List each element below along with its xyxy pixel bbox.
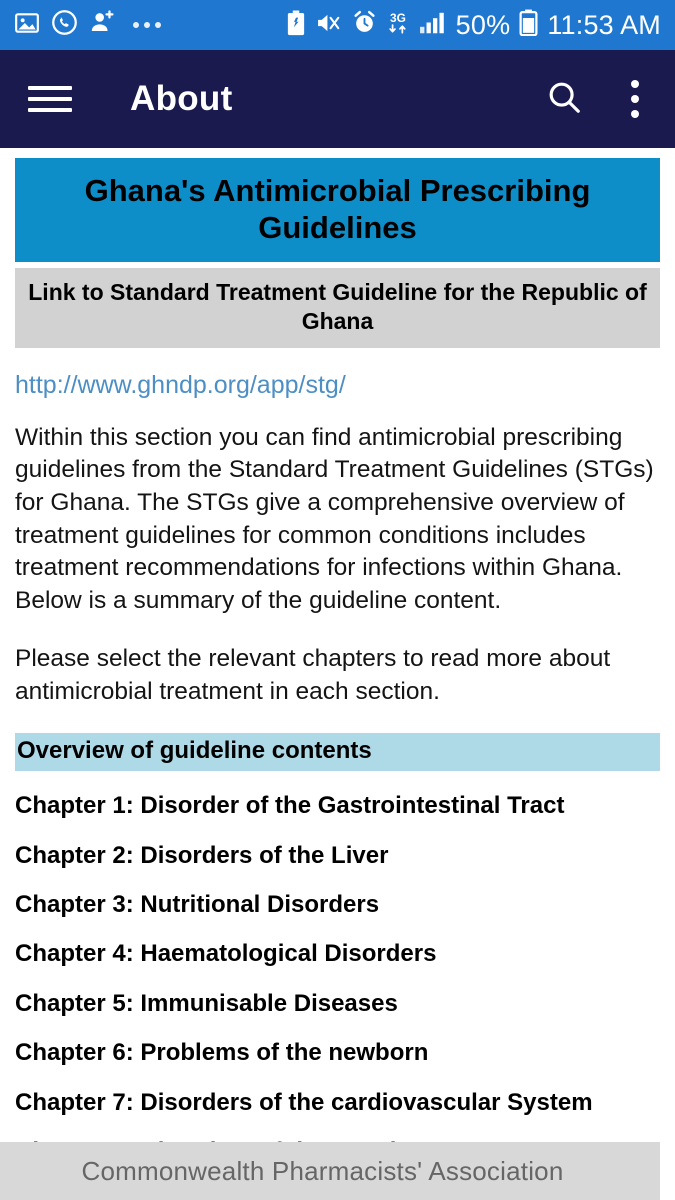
- list-item[interactable]: Chapter 4: Haematological Disorders: [15, 929, 660, 978]
- page-title: About: [130, 79, 233, 118]
- search-icon[interactable]: [545, 78, 583, 121]
- list-item[interactable]: Chapter 6: Problems of the newborn: [15, 1028, 660, 1077]
- instruction-paragraph: Please select the relevant chapters to r…: [15, 645, 611, 705]
- list-item[interactable]: Chapter 5: Immunisable Diseases: [15, 979, 660, 1028]
- person-add-icon: [89, 9, 116, 41]
- image-icon: [14, 10, 40, 41]
- app-bar-actions: [545, 76, 647, 122]
- overflow-menu-icon[interactable]: [623, 76, 647, 122]
- alarm-icon: [352, 10, 377, 40]
- overview-section-heading: Overview of guideline contents: [15, 732, 660, 772]
- guidelines-banner-title: Ghana's Antimicrobial Prescribing Guidel…: [15, 158, 660, 263]
- mobile-data-3g-icon: 3G: [386, 10, 410, 41]
- list-item[interactable]: Chapter 1: Disorder of the Gastrointesti…: [15, 781, 660, 830]
- status-bar-system-icons: 3G 50% 11:53 AM: [285, 9, 661, 41]
- intro-paragraph: Within this section you can find antimic…: [15, 423, 654, 614]
- status-bar-notification-icons: [14, 9, 161, 41]
- svg-text:3G: 3G: [390, 10, 406, 24]
- whatsapp-icon: [51, 9, 78, 41]
- more-notifications-icon: [133, 22, 161, 28]
- signal-bars-icon: [419, 10, 447, 40]
- status-bar: 3G 50% 11:53 AM: [0, 0, 675, 50]
- guidelines-banner-subtitle: Link to Standard Treatment Guideline for…: [15, 268, 660, 348]
- mute-vibrate-icon: [316, 11, 343, 40]
- list-item[interactable]: Chapter 3: Nutritional Disorders: [15, 880, 660, 929]
- list-item[interactable]: Chapter 7: Disorders of the cardiovascul…: [15, 1078, 660, 1127]
- hamburger-menu-icon[interactable]: [28, 83, 72, 115]
- battery-percent-label: 50%: [455, 9, 511, 40]
- stg-link[interactable]: http://www.ghndp.org/app/stg/: [15, 370, 660, 400]
- list-item[interactable]: Chapter 2: Disorders of the Liver: [15, 831, 660, 880]
- app-bar: About: [0, 50, 675, 148]
- footer-organisation-label: Commonwealth Pharmacists' Association: [81, 1155, 564, 1186]
- chapter-list: Chapter 1: Disorder of the Gastrointesti…: [15, 781, 660, 1200]
- footer-bar: Commonwealth Pharmacists' Association: [0, 1142, 660, 1200]
- battery-icon: [519, 9, 538, 41]
- battery-saver-icon: [285, 10, 307, 41]
- about-content: Ghana's Antimicrobial Prescribing Guidel…: [0, 148, 675, 1200]
- clock-label: 11:53 AM: [547, 9, 661, 40]
